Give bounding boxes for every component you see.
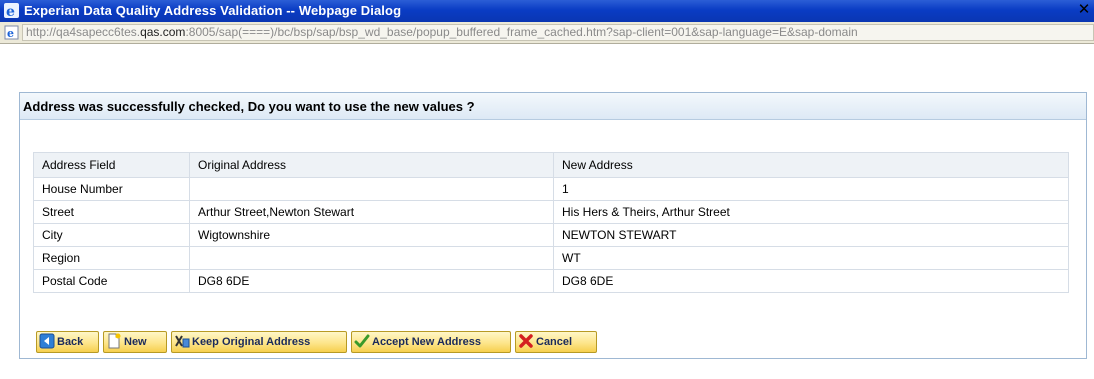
cancel-button-label: Cancel (536, 336, 573, 348)
cancel-button[interactable]: Cancel (515, 331, 597, 353)
cell-original: DG8 6DE (189, 269, 554, 293)
url-suffix: :8005/sap(====)/bc/bsp/sap/bsp_wd_base/p… (185, 25, 858, 39)
address-check-panel: Address was successfully checked, Do you… (19, 92, 1087, 359)
table-row: Street Arthur Street,Newton Stewart His … (33, 200, 1069, 224)
cell-original (189, 246, 554, 270)
cell-new: His Hers & Theirs, Arthur Street (553, 200, 1069, 224)
address-compare-table: Address Field Original Address New Addre… (33, 152, 1069, 293)
checkmark-icon (354, 334, 370, 348)
cell-new: 1 (553, 177, 1069, 201)
cell-new: NEWTON STEWART (553, 223, 1069, 247)
address-bar: e http://qa4sapecc6tes.qas.com:8005/sap(… (0, 22, 1094, 44)
back-arrow-icon (39, 333, 55, 349)
cell-field: House Number (33, 177, 190, 201)
table-row: Postal Code DG8 6DE DG8 6DE (33, 269, 1069, 293)
table-row: Region WT (33, 246, 1069, 270)
new-button[interactable]: New (103, 331, 167, 353)
window-titlebar: e Experian Data Quality Address Validati… (0, 0, 1094, 22)
column-header-new-address: New Address (553, 152, 1069, 178)
cell-new: WT (553, 246, 1069, 270)
red-x-icon (519, 334, 533, 348)
column-header-original-address: Original Address (189, 152, 554, 178)
window-title: Experian Data Quality Address Validation… (24, 3, 402, 18)
keep-original-address-button[interactable]: Keep Original Address (171, 331, 347, 353)
table-row: House Number 1 (33, 177, 1069, 201)
svg-text:e: e (6, 4, 15, 18)
panel-heading: Address was successfully checked, Do you… (20, 93, 1086, 120)
new-button-label: New (124, 336, 147, 348)
back-button[interactable]: Back (36, 331, 99, 353)
cell-new: DG8 6DE (553, 269, 1069, 293)
cell-field: Region (33, 246, 190, 270)
ie-icon: e (4, 3, 19, 18)
cell-original (189, 177, 554, 201)
url-host: qas.com (140, 25, 186, 39)
back-button-label: Back (57, 336, 84, 348)
cell-field: Postal Code (33, 269, 190, 293)
accept-new-address-button[interactable]: Accept New Address (351, 331, 511, 353)
keep-original-address-label: Keep Original Address (192, 336, 311, 348)
column-header-address-field: Address Field (33, 152, 190, 178)
table-header-row: Address Field Original Address New Addre… (33, 152, 1069, 178)
keep-address-icon (175, 335, 190, 348)
cell-field: City (33, 223, 190, 247)
url-field[interactable]: http://qa4sapecc6tes.qas.com:8005/sap(==… (22, 24, 1094, 41)
accept-new-address-label: Accept New Address (372, 336, 482, 348)
ie-page-icon: e (4, 25, 19, 40)
cell-field: Street (33, 200, 190, 224)
table-row: City Wigtownshire NEWTON STEWART (33, 223, 1069, 247)
url-prefix: http://qa4sapecc6tes. (26, 25, 141, 39)
svg-text:e: e (7, 27, 14, 40)
close-icon[interactable]: ✕ (1076, 2, 1092, 18)
cell-original: Wigtownshire (189, 223, 554, 247)
cell-original: Arthur Street,Newton Stewart (189, 200, 554, 224)
new-document-icon (108, 333, 121, 349)
